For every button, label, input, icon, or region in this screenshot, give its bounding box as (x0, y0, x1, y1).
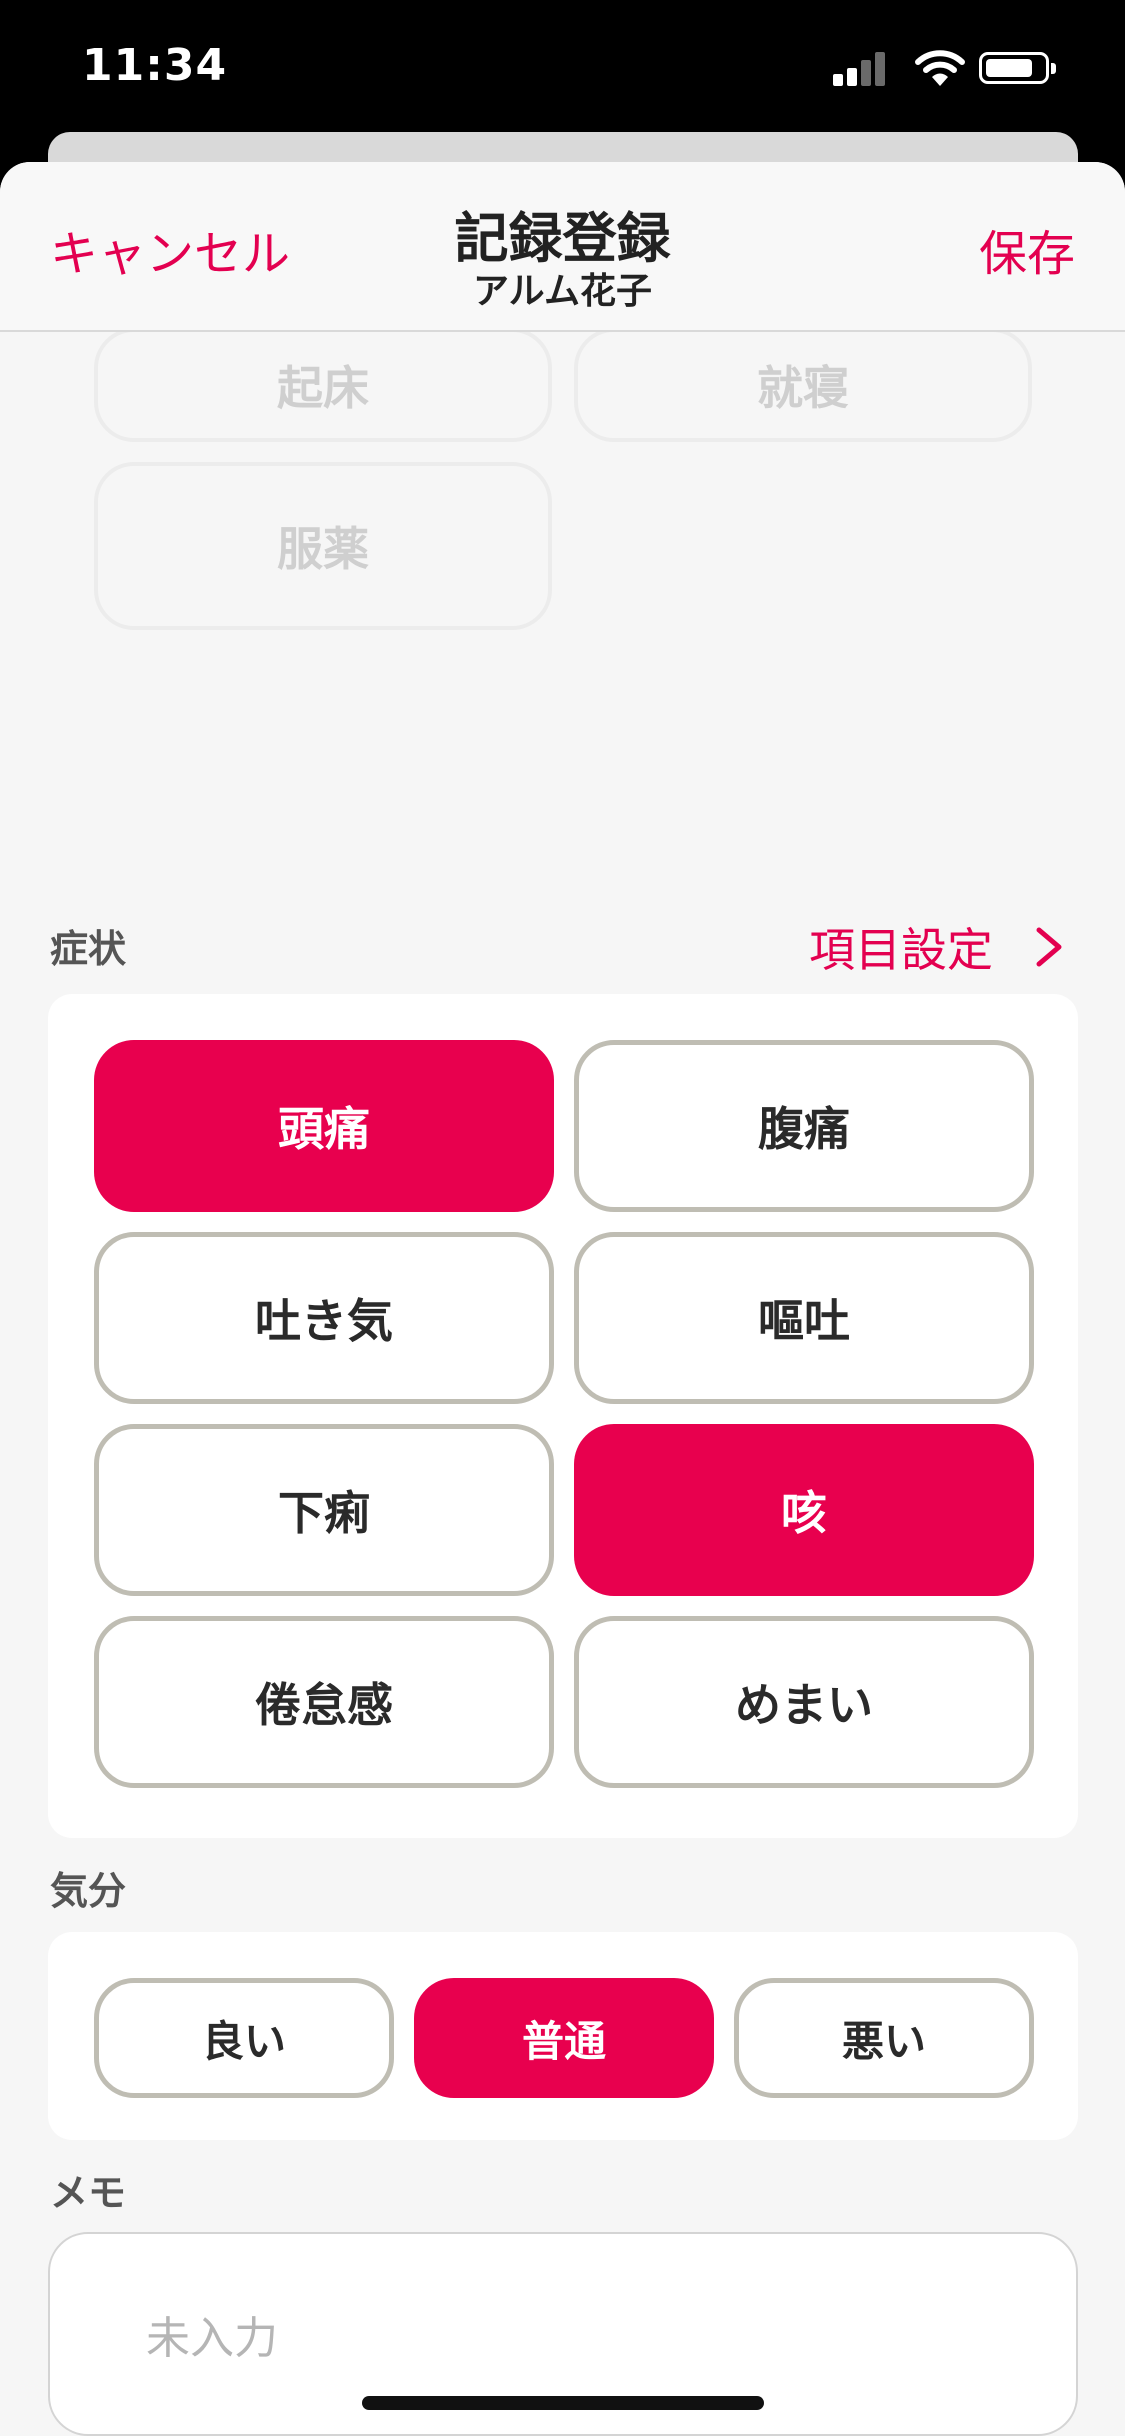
wake-button[interactable]: 起床 (94, 328, 552, 442)
scroll-content[interactable]: 起床 就寝 服薬 症状 項目設定 頭痛 腹痛 吐き気 嘔吐 下痢 咳 倦怠感 め… (0, 328, 1125, 2436)
mood-button-bad[interactable]: 悪い (734, 1978, 1034, 2098)
symptom-button-headache[interactable]: 頭痛 (94, 1040, 554, 1212)
chevron-right-icon (1036, 927, 1062, 967)
status-bar: 11:34 (0, 0, 1125, 140)
wifi-icon (915, 50, 965, 86)
sleep-button[interactable]: 就寝 (574, 328, 1032, 442)
medication-button[interactable]: 服薬 (94, 462, 552, 630)
symptom-button-vomiting[interactable]: 嘔吐 (574, 1232, 1034, 1404)
mood-label: 気分 (50, 1869, 127, 1913)
symptoms-card: 頭痛 腹痛 吐き気 嘔吐 下痢 咳 倦怠感 めまい (48, 994, 1078, 1838)
symptom-button-nausea[interactable]: 吐き気 (94, 1232, 554, 1404)
symptom-button-fatigue[interactable]: 倦怠感 (94, 1616, 554, 1788)
item-settings-link[interactable]: 項目設定 (809, 914, 1069, 980)
mood-button-good[interactable]: 良い (94, 1978, 394, 2098)
status-time: 11:34 (82, 40, 228, 91)
symptom-button-stomachache[interactable]: 腹痛 (574, 1040, 1034, 1212)
memo-label: メモ (50, 2171, 127, 2215)
page-subtitle: アルム花子 (473, 271, 652, 312)
signal-icon (833, 50, 893, 86)
symptom-button-cough[interactable]: 咳 (574, 1424, 1034, 1596)
status-icons (833, 50, 1073, 90)
memo-placeholder: 未入力 (146, 2313, 278, 2364)
battery-icon (979, 52, 1056, 84)
home-indicator[interactable] (362, 2396, 764, 2410)
navigation-bar: キャンセル 記録登録 アルム花子 保存 (0, 162, 1125, 332)
symptom-button-diarrhea[interactable]: 下痢 (94, 1424, 554, 1596)
mood-card: 良い 普通 悪い (48, 1932, 1078, 2140)
symptom-button-dizziness[interactable]: めまい (574, 1616, 1034, 1788)
record-sheet: キャンセル 記録登録 アルム花子 保存 起床 就寝 服薬 症状 項目設定 頭痛 … (0, 162, 1125, 2436)
symptoms-label: 症状 (50, 927, 127, 971)
save-button[interactable]: 保存 (979, 214, 1075, 284)
mood-button-normal[interactable]: 普通 (414, 1978, 714, 2098)
item-settings-label: 項目設定 (809, 923, 993, 977)
